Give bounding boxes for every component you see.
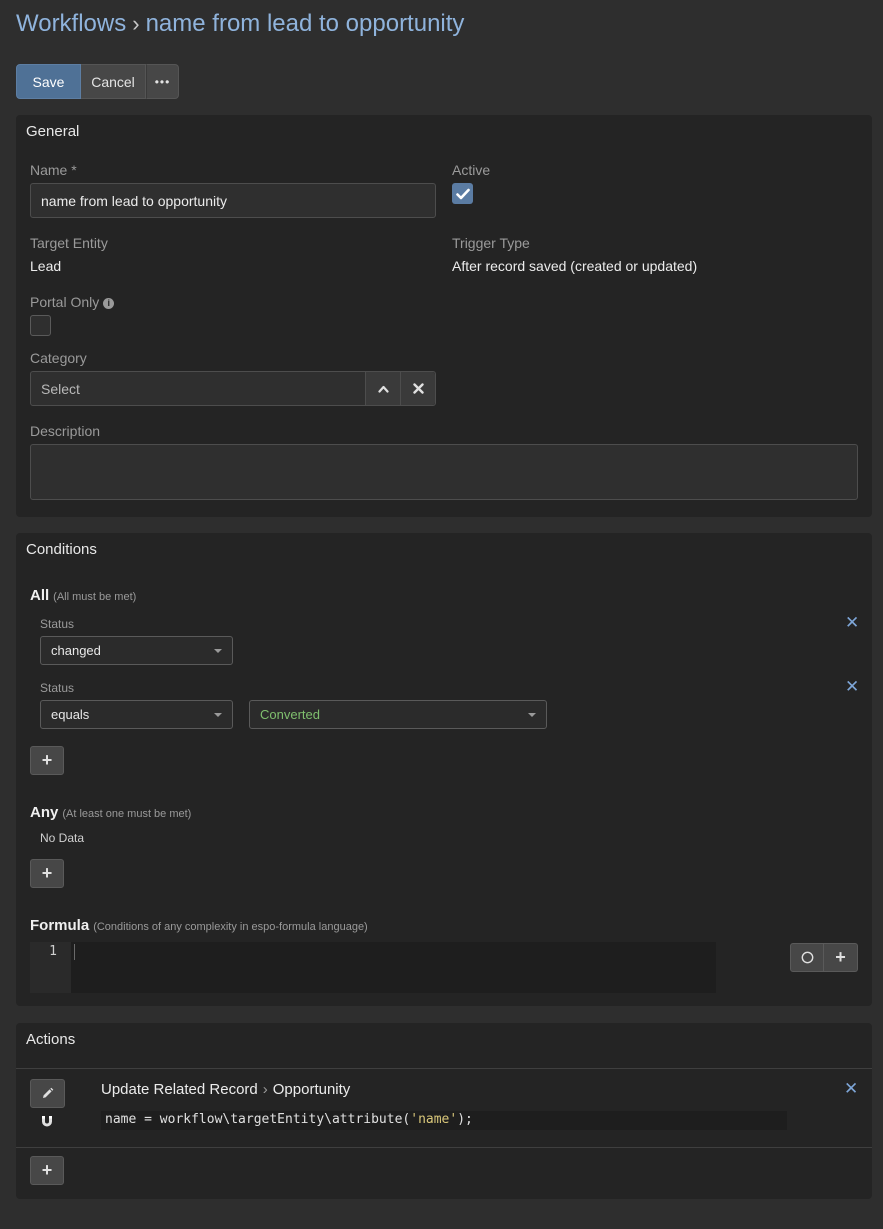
general-panel: General Name * name from lead to opportu… <box>16 115 872 517</box>
name-input[interactable]: name from lead to opportunity <box>30 183 436 218</box>
portal-only-checkbox[interactable] <box>30 315 51 336</box>
name-label: Name * <box>30 162 77 178</box>
formula-title: Formula (Conditions of any complexity in … <box>30 917 368 934</box>
formula-editor[interactable]: 1 <box>30 942 716 993</box>
condition-field-label: Status <box>40 681 75 695</box>
cancel-button[interactable]: Cancel <box>81 64 146 99</box>
more-actions-button[interactable]: ••• <box>146 64 179 99</box>
actions-panel-title: Actions <box>26 1031 76 1048</box>
portal-only-label: Portal Only i <box>30 294 115 310</box>
check-icon <box>455 188 470 199</box>
condition-value: Converted <box>260 707 320 722</box>
pencil-icon <box>43 1087 54 1098</box>
all-group-label: All <box>30 587 50 604</box>
breadcrumb-separator: › <box>132 11 140 36</box>
action-separator: › <box>262 1081 268 1098</box>
category-clear-button[interactable] <box>400 372 435 405</box>
general-panel-title: General <box>26 123 80 140</box>
chevron-up-icon <box>377 385 389 393</box>
formula-check-button[interactable] <box>790 943 824 972</box>
plus-icon: + <box>835 947 846 967</box>
caret-down-icon <box>528 712 536 717</box>
any-no-data: No Data <box>40 831 85 845</box>
add-any-condition-button[interactable]: + <box>30 859 64 888</box>
condition-value-select[interactable]: Converted <box>249 700 547 729</box>
caret-down-icon <box>214 712 222 717</box>
category-placeholder: Select <box>41 380 80 397</box>
breadcrumb-root-link[interactable]: Workflows <box>16 10 126 37</box>
plus-icon: + <box>41 863 53 883</box>
condition-operator-value: changed <box>51 643 101 658</box>
add-action-button[interactable]: + <box>30 1156 64 1185</box>
target-entity-label: Target Entity <box>30 235 108 251</box>
formula-cursor <box>74 944 75 960</box>
remove-action-icon[interactable]: ✕ <box>844 1079 858 1099</box>
code-prefix: name = workflow\targetEntity\attribute( <box>105 1112 411 1127</box>
conditions-panel-title: Conditions <box>26 541 97 558</box>
description-label: Description <box>30 423 101 439</box>
page-title: name from lead to opportunity <box>145 10 465 37</box>
condition-operator-value: equals <box>51 707 90 722</box>
action-type: Update Related Record <box>101 1081 258 1098</box>
add-all-condition-button[interactable]: + <box>30 746 64 775</box>
any-group-title: Any (At least one must be met) <box>30 804 191 821</box>
all-group-hint: (All must be met) <box>53 591 137 603</box>
code-suffix: ); <box>457 1112 473 1127</box>
drag-handle[interactable] <box>40 1115 54 1131</box>
breadcrumb: Workflows › name from lead to opportunity <box>16 10 464 38</box>
portal-only-label-text: Portal Only <box>30 294 100 310</box>
toolbar: Save Cancel ••• <box>16 64 179 99</box>
actions-bottom-divider <box>16 1147 872 1148</box>
category-expand-button[interactable] <box>365 372 400 405</box>
formula-label: Formula <box>30 917 90 934</box>
plus-icon: + <box>41 750 53 770</box>
category-select[interactable]: Select <box>30 371 436 406</box>
conditions-panel: Conditions All (All must be met) Status c… <box>16 533 872 1006</box>
info-icon[interactable]: i <box>103 298 115 309</box>
any-group-hint: (At least one must be met) <box>62 808 192 820</box>
formula-hint: (Conditions of any complexity in espo-fo… <box>93 921 368 933</box>
action-formula-code: name = workflow\targetEntity\attribute('… <box>101 1111 787 1130</box>
active-label: Active <box>452 162 491 178</box>
code-string: 'name' <box>410 1112 458 1127</box>
trigger-type-value: After record saved (created or updated) <box>452 258 698 274</box>
action-title: Update Related Record › Opportunity <box>101 1081 350 1098</box>
remove-condition-icon[interactable]: ✕ <box>845 677 859 697</box>
action-target: Opportunity <box>272 1081 351 1098</box>
formula-tools: + <box>790 943 858 972</box>
category-label: Category <box>30 350 87 366</box>
description-textarea[interactable] <box>30 444 858 500</box>
any-group-label: Any <box>30 804 59 821</box>
all-group-title: All (All must be met) <box>30 587 136 604</box>
save-button[interactable]: Save <box>16 64 81 99</box>
condition-operator-select[interactable]: equals <box>40 700 233 729</box>
remove-condition-icon[interactable]: ✕ <box>845 613 859 633</box>
active-checkbox[interactable] <box>452 183 473 204</box>
circle-icon <box>801 951 813 964</box>
close-icon <box>412 383 424 394</box>
target-entity-value: Lead <box>30 258 62 274</box>
formula-add-button[interactable]: + <box>824 943 858 972</box>
caret-down-icon <box>214 648 222 653</box>
plus-icon: + <box>41 1160 53 1180</box>
magnet-icon <box>42 1116 52 1127</box>
formula-line-number: 1 <box>30 942 71 993</box>
condition-field-label: Status <box>40 617 75 631</box>
condition-operator-select[interactable]: changed <box>40 636 233 665</box>
edit-action-button[interactable] <box>30 1079 65 1108</box>
actions-panel: Actions Update Related Record › Opportunit… <box>16 1023 872 1199</box>
trigger-type-label: Trigger Type <box>452 235 530 251</box>
actions-divider <box>16 1068 872 1069</box>
